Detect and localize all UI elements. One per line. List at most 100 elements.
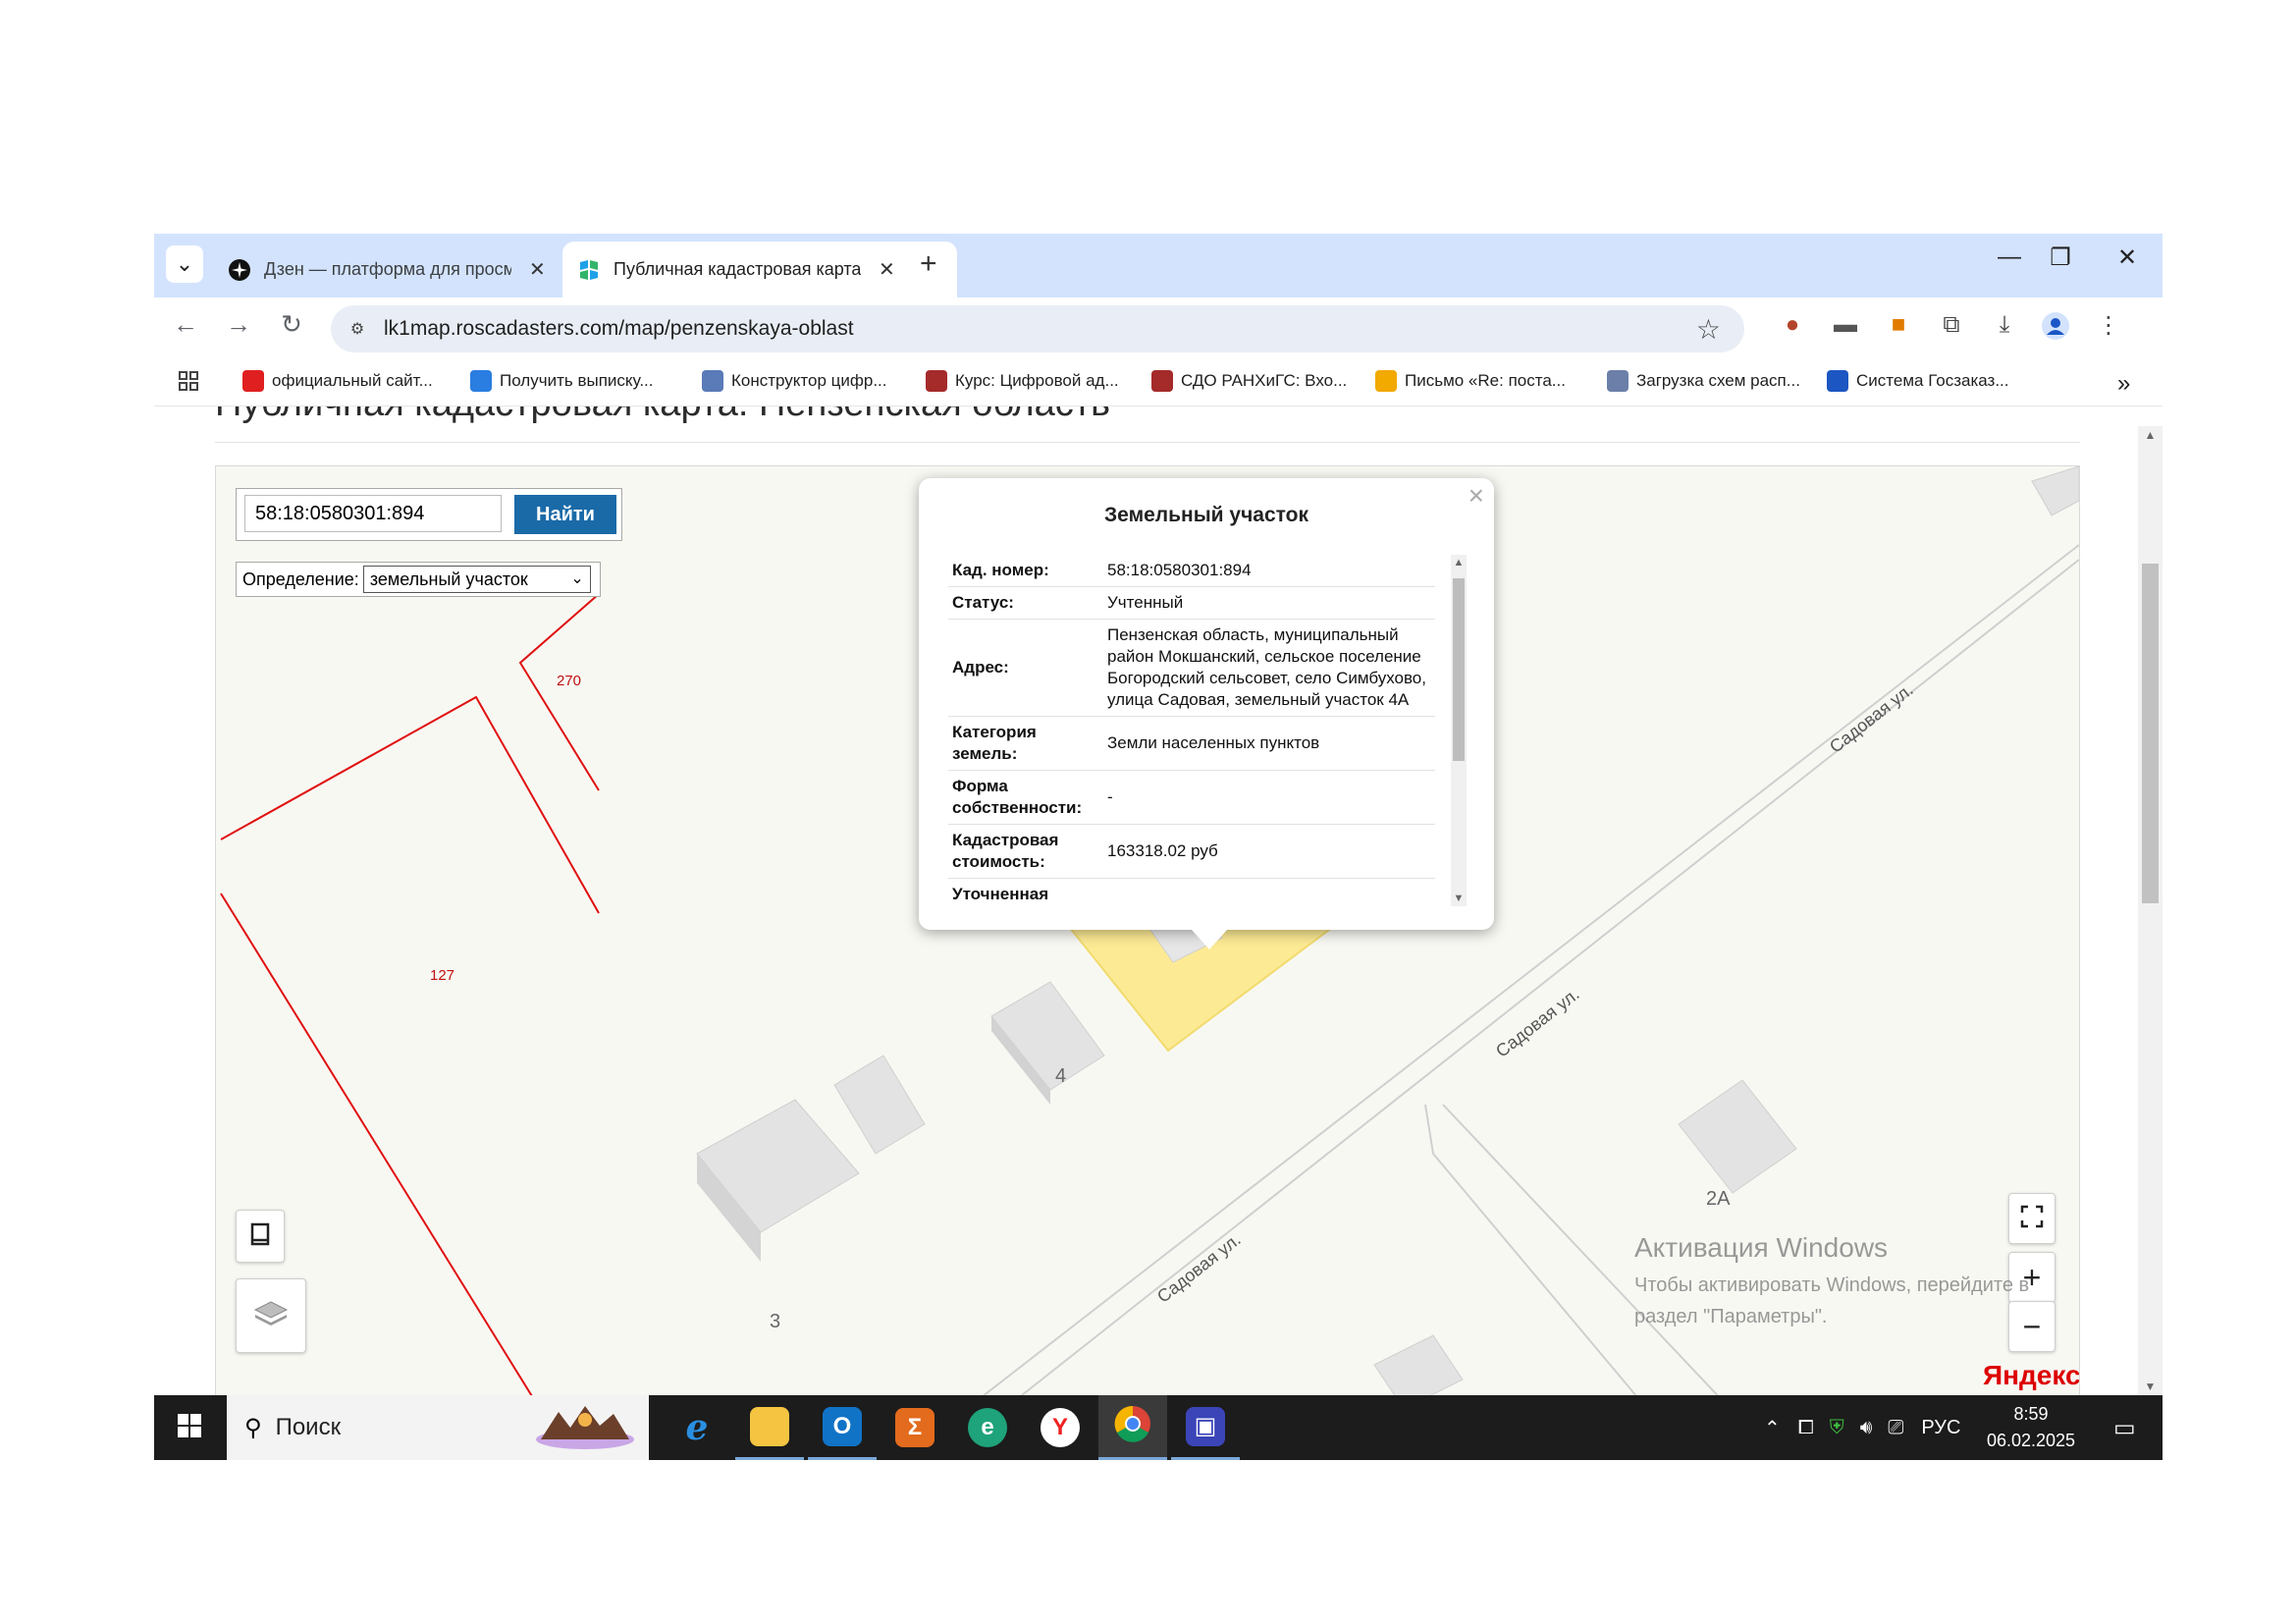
profile-icon[interactable]	[2039, 311, 2072, 343]
scrollbar-thumb[interactable]	[2142, 564, 2159, 903]
cadastral-number-input[interactable]	[244, 495, 502, 532]
bookmark-item[interactable]: Письмо «Re: поста...	[1375, 370, 1566, 392]
extension-icon[interactable]: ●	[1776, 311, 1809, 343]
attribute-key: Статус:	[948, 586, 1103, 620]
notification-center-icon[interactable]: ▭	[2113, 1395, 2136, 1460]
yandex-icon	[242, 370, 264, 392]
circle-icon	[1827, 370, 1848, 392]
taskbar-app-chrome[interactable]	[1098, 1395, 1167, 1460]
download-icon[interactable]: ⤓	[1988, 311, 2021, 343]
cadastral-boundaries	[220, 593, 600, 1395]
scroll-down-icon[interactable]: ▼	[2138, 1380, 2163, 1393]
extension-icon[interactable]: ▬	[1829, 311, 1862, 343]
forward-icon[interactable]: →	[221, 309, 256, 340]
close-window-icon[interactable]: ✕	[2108, 244, 2147, 272]
start-button[interactable]	[154, 1395, 225, 1460]
fullscreen-icon	[2019, 1204, 2045, 1234]
bookmark-label: Загрузка схем расп...	[1636, 371, 1800, 390]
popup-scrollbar[interactable]: ▲ ▼	[1451, 555, 1467, 906]
bookmark-item[interactable]: Система Госзаказ...	[1827, 370, 2009, 392]
attribute-row: Форма собственности: -	[948, 770, 1435, 825]
bookmark-label: Конструктор цифр...	[731, 371, 887, 390]
clock[interactable]: 8:59 06.02.2025	[1982, 1401, 2080, 1454]
parcel-number-label: 127	[430, 967, 455, 984]
language-indicator[interactable]: РУС	[1921, 1417, 1960, 1439]
chevron-up-icon[interactable]: ⌃	[1764, 1416, 1781, 1440]
address-bar[interactable]: ⚙ lk1map.roscadasters.com/map/penzenskay…	[331, 305, 1744, 352]
taskbar-app-edge[interactable]: e	[953, 1395, 1022, 1460]
apps-grid-icon[interactable]	[178, 370, 199, 392]
popup-body: Кад. номер: 58:18:0580301:894 Статус: Учтен…	[948, 555, 1467, 906]
bookmark-item[interactable]: СДО РАНХиГС: Вхо...	[1151, 370, 1347, 392]
chevron-down-icon: ⌄	[570, 570, 584, 587]
more-menu-icon[interactable]: ⋮	[2092, 311, 2125, 343]
chrome-icon	[1113, 1404, 1152, 1448]
doc-icon	[1607, 370, 1629, 392]
popup-title: Земельный участок	[1104, 504, 1308, 526]
attribute-key: Кадастровая стоимость:	[948, 824, 1103, 879]
yandex-logo: Яндекс	[1983, 1360, 2080, 1390]
taskbar-app-sum[interactable]: Σ	[881, 1395, 949, 1460]
close-tab-icon[interactable]: ✕	[879, 257, 895, 282]
site-info-icon[interactable]: ⚙	[345, 316, 370, 342]
scrollbar-thumb[interactable]	[1453, 578, 1465, 761]
antivirus-icon[interactable]: ⛨	[1830, 1417, 1844, 1439]
new-tab-icon[interactable]: +	[920, 247, 937, 281]
cadastral-search-panel: Найти	[236, 488, 622, 541]
attribute-value: Учтенный	[1103, 586, 1435, 620]
house-number-label: 3	[770, 1311, 781, 1332]
network-icon[interactable]: ⎚	[1888, 1417, 1903, 1439]
doc-icon	[702, 370, 723, 392]
bookmark-label: СДО РАНХиГС: Вхо...	[1181, 371, 1348, 390]
back-icon[interactable]: ←	[168, 309, 203, 340]
definition-selector: Определение: земельный участок ⌄	[236, 562, 601, 597]
extension-icon[interactable]: ■	[1882, 311, 1915, 343]
reload-icon[interactable]: ↻	[274, 309, 309, 340]
activation-title: Активация Windows	[1634, 1232, 1889, 1263]
layers-button[interactable]	[236, 1278, 306, 1353]
extensions-puzzle-icon[interactable]: ⧉	[1935, 311, 1968, 343]
dzen-icon	[227, 257, 252, 283]
attribute-key: Уточненная	[948, 878, 1103, 906]
tab-title: Дзен — платформа для просмотра	[264, 259, 511, 279]
scroll-down-icon[interactable]: ▼	[1451, 893, 1467, 904]
taskbar-app-yandex[interactable]: Y	[1026, 1395, 1095, 1460]
minimize-icon[interactable]: —	[1990, 244, 2029, 271]
tab-search-button[interactable]: ⌄	[166, 245, 203, 283]
taskbar-app-ie[interactable]: e	[663, 1395, 731, 1460]
attribute-row: Кадастровая стоимость: 163318.02 руб	[948, 824, 1435, 879]
more-bookmarks-icon[interactable]: »	[2117, 370, 2130, 398]
volume-icon[interactable]: 🔊︎	[1860, 1417, 1873, 1439]
yandex-browser-icon: Y	[1041, 1408, 1080, 1447]
bookmark-item[interactable]: официальный сайт...	[242, 370, 433, 392]
bookmark-item[interactable]: Получить выписку...	[470, 370, 654, 392]
bookmark-item[interactable]: Курс: Цифровой ад...	[926, 370, 1119, 392]
system-tray: ⌃ ⧠ ⛨ 🔊︎ ⎚ РУС	[1764, 1395, 1960, 1460]
taskbar-app-outlook[interactable]: O	[808, 1395, 877, 1460]
url-text[interactable]: lk1map.roscadasters.com/map/penzenskaya-…	[384, 317, 854, 341]
bookmark-item[interactable]: Загрузка схем расп...	[1607, 370, 1800, 392]
search-highlight-image	[531, 1398, 639, 1458]
floppy-icon: ▣	[1186, 1406, 1225, 1446]
find-button[interactable]: Найти	[514, 495, 616, 534]
bookmark-item[interactable]: Конструктор цифр...	[702, 370, 887, 392]
definition-select[interactable]: земельный участок ⌄	[362, 566, 591, 593]
tab-cadastral-map[interactable]: Публичная кадастровая карта ✕	[562, 242, 957, 298]
attribute-row: Адрес: Пензенская область, муниципальный …	[948, 619, 1435, 717]
definition-label: Определение:	[242, 568, 359, 589]
scroll-up-icon[interactable]: ▲	[2138, 428, 2163, 442]
close-tab-icon[interactable]: ✕	[529, 257, 546, 282]
tab-dzen[interactable]: Дзен — платформа для просмотра ✕	[213, 242, 617, 298]
taskbar-search[interactable]: ⚲ Поиск	[227, 1395, 649, 1460]
page-scrollbar[interactable]: ▲ ▼	[2138, 426, 2163, 1395]
restore-icon[interactable]: ❐	[2041, 244, 2080, 272]
scroll-up-icon[interactable]: ▲	[1451, 557, 1467, 568]
taskbar-app-explorer[interactable]	[735, 1395, 804, 1460]
device-icon[interactable]: ⧠	[1798, 1417, 1814, 1439]
taskbar-app-save[interactable]: ▣	[1171, 1395, 1240, 1460]
map-canvas[interactable]: 270 127 4 3 2А Садовая ул. Садовая ул. С…	[215, 465, 2080, 1395]
windows-taskbar: ⚲ Поиск e O Σ e Y ▣ ⌃ ⧠ ⛨ 🔊︎ ⎚ РУС 8:59	[154, 1395, 2163, 1460]
bookmark-star-icon[interactable]: ☆	[1696, 313, 1721, 346]
windows-logo-icon	[177, 1413, 202, 1443]
ruler-button[interactable]	[236, 1210, 285, 1263]
